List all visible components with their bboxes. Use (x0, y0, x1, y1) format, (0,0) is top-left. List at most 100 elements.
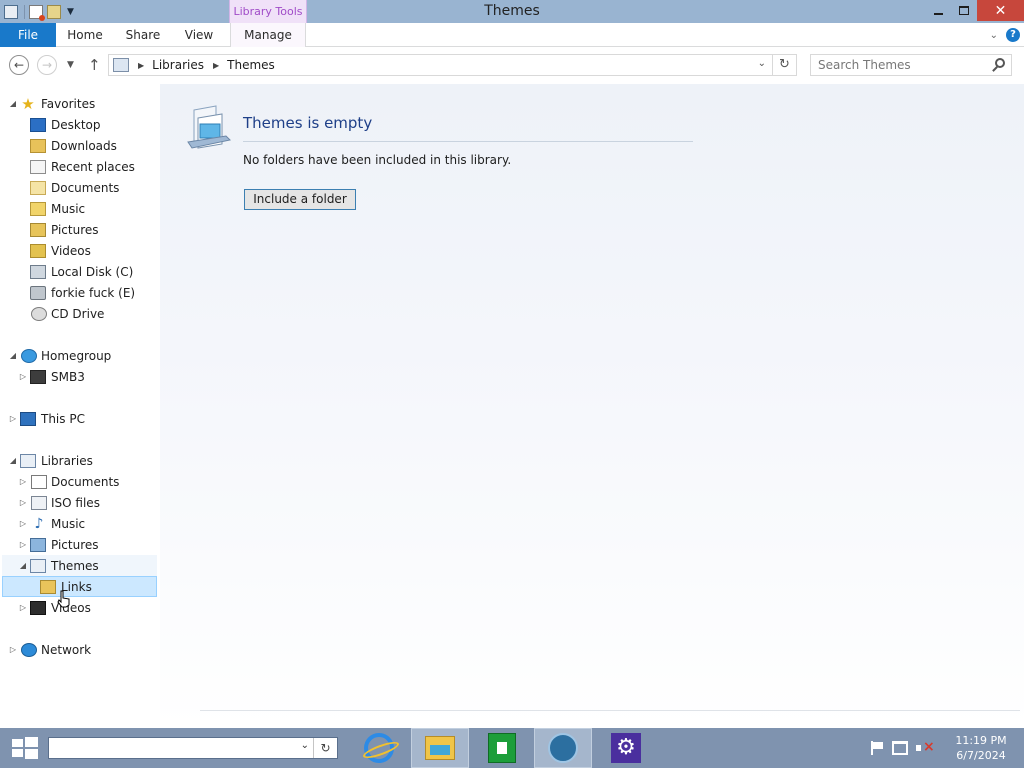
library-tools-tab-group-label: Library Tools (229, 0, 307, 23)
tree-item-music[interactable]: Music (0, 198, 160, 219)
new-folder-icon[interactable] (47, 4, 61, 19)
clock-time: 11:19 PM (955, 734, 1007, 747)
store-icon (488, 733, 516, 763)
properties-icon[interactable] (29, 4, 45, 21)
action-center-flag-icon[interactable] (870, 741, 884, 755)
help-icon[interactable]: ? (1006, 28, 1020, 42)
tree-label: This PC (41, 411, 85, 426)
tree-label: Pictures (51, 222, 99, 237)
tree-label: Videos (51, 243, 91, 258)
expand-triangle-icon[interactable]: ▷ (19, 540, 27, 549)
expand-triangle-icon[interactable]: ▷ (19, 372, 27, 381)
removable-drive-icon (30, 285, 46, 300)
tree-item-pictures[interactable]: Pictures (0, 219, 160, 240)
forward-button[interactable]: → (37, 55, 57, 75)
taskbar: ⌄ ↻ ⚙ 11:19 PM 6/7/2024 (0, 728, 1024, 768)
tab-home[interactable]: Home (60, 23, 110, 47)
tree-favorites[interactable]: ◢ ★ Favorites (0, 93, 160, 114)
network-icon (21, 642, 37, 657)
address-toolbar-refresh-icon[interactable]: ↻ (313, 738, 337, 758)
tree-item-lib-music[interactable]: ▷ ♪ Music (0, 513, 160, 534)
tree-item-lib-videos[interactable]: ▷ Videos (0, 597, 160, 618)
start-button[interactable] (8, 736, 40, 760)
back-button[interactable]: ← (9, 55, 29, 75)
tree-label: Music (51, 516, 86, 531)
music-note-icon: ♪ (34, 515, 44, 532)
system-tray (870, 728, 935, 768)
taskbar-network-app[interactable] (534, 728, 592, 768)
tab-view[interactable]: View (176, 23, 222, 47)
breadcrumb-libraries[interactable]: Libraries (152, 58, 204, 72)
qat-separator (24, 4, 25, 19)
expand-triangle-icon[interactable]: ▷ (19, 603, 27, 612)
search-box[interactable] (810, 54, 1012, 76)
taskbar-address-toolbar[interactable]: ⌄ ↻ (48, 737, 338, 759)
address-bar[interactable]: ▶ Libraries ▶ Themes ⌄ (108, 54, 773, 76)
tree-item-cd-drive[interactable]: CD Drive (0, 303, 160, 324)
tree-item-links[interactable]: Links (2, 576, 157, 597)
expand-triangle-icon[interactable]: ▷ (9, 645, 17, 654)
customize-qat-chevron-down-icon[interactable]: ▼ (67, 7, 74, 17)
tab-share[interactable]: Share (118, 23, 168, 47)
address-toolbar-chevron-down-icon[interactable]: ⌄ (301, 740, 309, 751)
close-button[interactable]: ✕ (977, 0, 1024, 21)
collapse-triangle-icon[interactable]: ◢ (9, 351, 17, 360)
tree-item-lib-documents[interactable]: ▷ Documents (0, 471, 160, 492)
tree-item-recent-places[interactable]: Recent places (0, 156, 160, 177)
tree-item-removable-drive[interactable]: forkie fuck (E) (0, 282, 160, 303)
tab-file[interactable]: File (0, 23, 56, 47)
collapse-triangle-icon[interactable]: ◢ (19, 561, 27, 570)
taskbar-file-explorer[interactable] (411, 728, 469, 768)
up-arrow-icon[interactable]: ↑ (88, 56, 101, 74)
clock-date: 6/7/2024 (956, 749, 1006, 762)
network-globe-icon (548, 733, 578, 763)
empty-library-heading: Themes is empty (243, 114, 373, 132)
tree-item-desktop[interactable]: Desktop (0, 114, 160, 135)
taskbar-settings[interactable]: ⚙ (597, 728, 655, 768)
tree-item-documents[interactable]: Documents (0, 177, 160, 198)
search-icon[interactable] (995, 58, 1005, 68)
taskbar-store[interactable] (473, 728, 531, 768)
tree-item-videos[interactable]: Videos (0, 240, 160, 261)
tree-item-lib-iso-files[interactable]: ▷ ISO files (0, 492, 160, 513)
tree-item-lib-themes[interactable]: ◢ Themes (2, 555, 157, 576)
refresh-button[interactable]: ↻ (773, 54, 797, 76)
expand-triangle-icon[interactable]: ▷ (9, 414, 17, 423)
window-icon[interactable] (4, 4, 18, 19)
title-bar: ▼ Library Tools Themes ✕ (0, 0, 1024, 23)
restore-button[interactable] (951, 0, 977, 21)
breadcrumb-themes[interactable]: Themes (227, 58, 275, 72)
tab-manage[interactable]: Manage (230, 23, 306, 47)
include-folder-button[interactable]: Include a folder (244, 189, 356, 210)
tree-item-lib-pictures[interactable]: ▷ Pictures (0, 534, 160, 555)
tree-item-downloads[interactable]: Downloads (0, 135, 160, 156)
tree-this-pc[interactable]: ▷ This PC (0, 408, 160, 429)
expand-ribbon-chevron-icon[interactable]: ⌄ (990, 30, 998, 41)
tree-item-smb3[interactable]: ▷ SMB3 (0, 366, 160, 387)
tree-item-local-disk[interactable]: Local Disk (C) (0, 261, 160, 282)
expand-triangle-icon[interactable]: ▷ (19, 498, 27, 507)
tree-homegroup[interactable]: ◢ Homegroup (0, 345, 160, 366)
recent-locations-chevron-down-icon[interactable]: ▼ (67, 60, 74, 70)
volume-muted-icon[interactable] (916, 739, 935, 755)
taskbar-internet-explorer[interactable] (350, 728, 408, 768)
tree-libraries[interactable]: ◢ Libraries (0, 450, 160, 471)
expand-triangle-icon[interactable]: ▷ (19, 477, 27, 486)
collapse-triangle-icon[interactable]: ◢ (9, 99, 17, 108)
network-status-icon[interactable] (892, 741, 908, 755)
close-icon: ✕ (994, 2, 1007, 19)
address-history-chevron-down-icon[interactable]: ⌄ (758, 58, 766, 69)
search-input[interactable] (818, 55, 988, 75)
breadcrumb-separator-icon[interactable]: ▶ (138, 61, 144, 70)
tree-label: Music (51, 201, 86, 216)
hand-cursor-icon (57, 590, 70, 608)
tree-network[interactable]: ▷ Network (0, 639, 160, 660)
taskbar-clock[interactable]: 11:19 PM 6/7/2024 (946, 733, 1016, 763)
breadcrumb-separator-icon[interactable]: ▶ (213, 61, 219, 70)
collapse-triangle-icon[interactable]: ◢ (9, 456, 17, 465)
expand-triangle-icon[interactable]: ▷ (19, 519, 27, 528)
library-icon (31, 495, 47, 510)
minimize-button[interactable] (925, 0, 951, 21)
tree-label: Themes (51, 558, 99, 573)
desktop-icon (30, 117, 46, 132)
